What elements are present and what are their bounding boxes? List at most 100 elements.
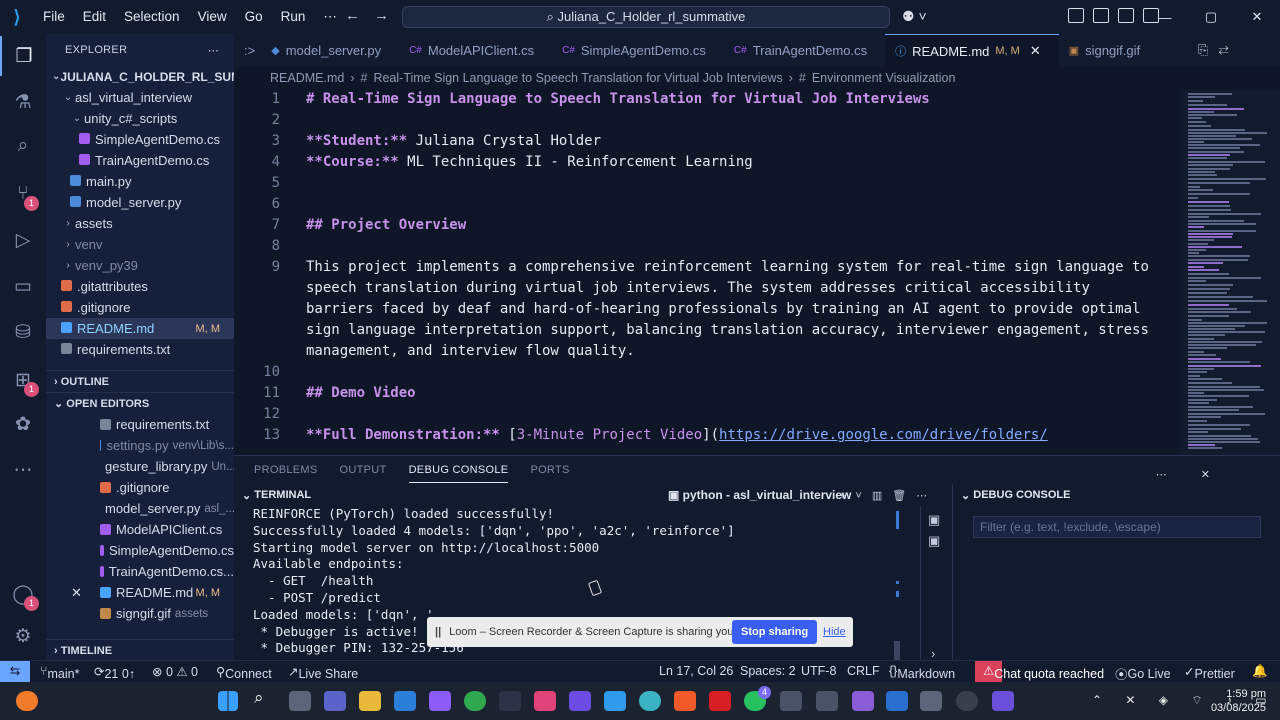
open-editors-section[interactable]: ⌄ OPEN EDITORS (46, 392, 234, 414)
toggle-sidebar-icon[interactable] (1093, 8, 1109, 23)
taskbar-clock[interactable]: 1:59 pm 03/08/2025 (1211, 687, 1266, 715)
remote-explorer-icon[interactable]: ▭ (0, 266, 46, 306)
copilot-icon[interactable]: ⚉ ˅ (902, 8, 927, 25)
tree-item[interactable]: TrainAgentDemo.cs (46, 150, 234, 171)
terminal-shell-selector[interactable]: ▣ python - asl_virtual_interview (668, 488, 851, 502)
menu-item-1[interactable]: Edit (74, 9, 115, 25)
terminal-scrollbar[interactable] (894, 511, 900, 661)
panel-tab-debug-console[interactable]: DEBUG CONSOLE (408, 458, 509, 483)
tab-simpleagentdemo-cs[interactable]: C# SimpleAgentDemo.cs (552, 34, 724, 67)
chat-quota-status[interactable]: ⚠ Chat quota reached (975, 661, 1104, 683)
editor-line[interactable]: 5 (234, 173, 280, 194)
store-icon[interactable] (394, 691, 416, 711)
tree-item[interactable]: SimpleAgentDemo.cs (46, 129, 234, 150)
netflix-icon[interactable] (709, 691, 731, 711)
app-icon[interactable] (920, 691, 942, 711)
back-arrow-icon[interactable]: ← (345, 7, 374, 24)
toggle-panel-icon[interactable] (1118, 8, 1134, 23)
tree-item[interactable]: › venv (46, 234, 234, 255)
app-icon[interactable] (780, 691, 802, 711)
breadcrumb-item[interactable]: README.md (270, 71, 344, 85)
tree-item[interactable]: › assets (46, 213, 234, 234)
tab-trainagentdemo-cs[interactable]: C# TrainAgentDemo.cs (724, 34, 885, 67)
azure-icon[interactable] (886, 691, 908, 711)
start-icon[interactable] (218, 691, 238, 711)
run-debug-icon[interactable]: ▷ (0, 220, 46, 260)
tab-model-server-py[interactable]: ◆ model_server.py (261, 34, 399, 67)
chevron-down-icon[interactable]: ⌄ (242, 489, 254, 502)
customize-layout-icon[interactable] (1068, 8, 1084, 23)
branch-status[interactable]: ⑂ main* (40, 664, 79, 681)
close-window-button[interactable]: ✕ (1234, 9, 1280, 25)
sync-status[interactable]: ⟳ 21 0↑ (94, 664, 135, 681)
maximize-button[interactable]: ▢ (1188, 9, 1234, 25)
panel-tab-ports[interactable]: PORTS (530, 458, 569, 482)
chevron-right-icon[interactable]: › (931, 646, 935, 661)
widgets-icon[interactable] (16, 691, 38, 711)
menu-item-4[interactable]: Go (236, 9, 272, 25)
panel-tab-output[interactable]: OUTPUT (340, 458, 387, 482)
eol-status[interactable]: CRLF (847, 664, 880, 678)
open-editor-item[interactable]: .gitignore (46, 477, 234, 498)
tree-item[interactable]: ⌄ unity_c#_scripts (46, 108, 234, 129)
terminal-more-icon[interactable]: ⋯ (916, 490, 937, 502)
terminal-instance-icon[interactable]: ▣ (928, 533, 940, 549)
whatsapp-icon[interactable]: 4 (744, 686, 771, 711)
editor-line[interactable]: 7 ## Project Overview (234, 215, 467, 236)
close-editor-icon[interactable]: ✕ (71, 585, 82, 601)
editor-line[interactable]: 9 This project implements a comprehensive… (234, 257, 1149, 278)
editor-line[interactable]: barriers faced by deaf and hard-of-heari… (234, 299, 1140, 320)
media-player-icon[interactable] (956, 691, 978, 711)
open-editor-item[interactable]: signgif.gif assets (46, 603, 234, 624)
vscode-taskbar-icon[interactable] (604, 691, 626, 711)
open-editor-item[interactable]: SimpleAgentDemo.cs (46, 540, 234, 561)
search-taskbar-icon[interactable]: ⌕ (254, 688, 276, 708)
editor-line[interactable]: 12 (234, 404, 280, 425)
file-explorer-icon[interactable] (359, 691, 381, 711)
extensions-icon[interactable]: ⊞ 1 (0, 360, 46, 400)
encoding-status[interactable]: UTF-8 (801, 664, 836, 678)
notifications-icon[interactable]: 🔔 (1252, 664, 1268, 679)
tree-item[interactable]: requirements.txt (46, 339, 234, 360)
tree-item[interactable]: .gitignore (46, 297, 234, 318)
stop-sharing-button[interactable]: Stop sharing (732, 620, 818, 644)
split-terminal-icon[interactable]: ▥ (872, 490, 892, 502)
cursor-position[interactable]: Ln 17, Col 26 (659, 664, 733, 678)
nav-arrows[interactable]: ←→ (345, 7, 403, 24)
workspace-root[interactable]: ⌄ JULIANA_C_HOLDER_RL_SUMM... (46, 66, 234, 87)
tabs-scroll-left[interactable]: :> (234, 34, 261, 67)
tab-modelapiclient-cs[interactable]: C# ModelAPIClient.cs (399, 34, 552, 67)
visual-studio-icon[interactable] (569, 691, 591, 711)
remote-indicator-icon[interactable]: ⇆ (0, 661, 30, 683)
menu-item-5[interactable]: Run (272, 9, 315, 25)
token-url[interactable]: https://drive.google.com/drive/folders/ (719, 427, 1048, 443)
editor-line[interactable]: sign language interpretation support, ba… (234, 320, 1149, 341)
breadcrumb-item[interactable]: # (799, 71, 806, 85)
tree-item[interactable]: › venv_py39 (46, 255, 234, 276)
editor-line[interactable]: 3 **Student:** Juliana Crystal Holder (234, 131, 601, 152)
compare-changes-icon[interactable]: ⇄ (1218, 42, 1238, 57)
outline-section[interactable]: › OUTLINE (46, 370, 234, 392)
indentation-status[interactable]: Spaces: 2 (740, 664, 796, 678)
visual-studio-alt-icon[interactable] (852, 691, 874, 711)
chrome-icon[interactable] (464, 691, 486, 711)
loom-drag-handle-icon[interactable]: || (435, 626, 441, 638)
edge-icon[interactable] (639, 691, 661, 711)
github-icon[interactable]: ✿ (0, 404, 46, 444)
timeline-section[interactable]: › TIMELINE (46, 639, 234, 660)
terminal-instance-icon[interactable]: ▣ (928, 512, 940, 528)
editor-line[interactable]: 2 (234, 110, 280, 131)
editor-line[interactable]: management, and interview flow quality. (234, 341, 635, 362)
debug-filter-input[interactable]: Filter (e.g. text, !exclude, \escape) (973, 516, 1261, 538)
minimize-button[interactable]: — (1142, 10, 1188, 25)
tree-item[interactable]: README.md M, M (46, 318, 234, 339)
command-center[interactable]: ⌕ Juliana_C_Holder_rl_summative (402, 6, 890, 28)
source-control-icon[interactable]: ⑂ 1 (0, 174, 46, 214)
more-icon[interactable]: ⋯ (0, 450, 46, 490)
prettier-status[interactable]: ✓ Prettier (1184, 664, 1235, 681)
tree-item[interactable]: main.py (46, 171, 234, 192)
teams-icon[interactable] (324, 691, 346, 711)
code-editor[interactable]: 1 # Real-Time Sign Language to Speech Tra… (234, 89, 1180, 455)
database-icon[interactable]: ⛁ (0, 312, 46, 352)
menu-item-3[interactable]: View (189, 9, 236, 25)
